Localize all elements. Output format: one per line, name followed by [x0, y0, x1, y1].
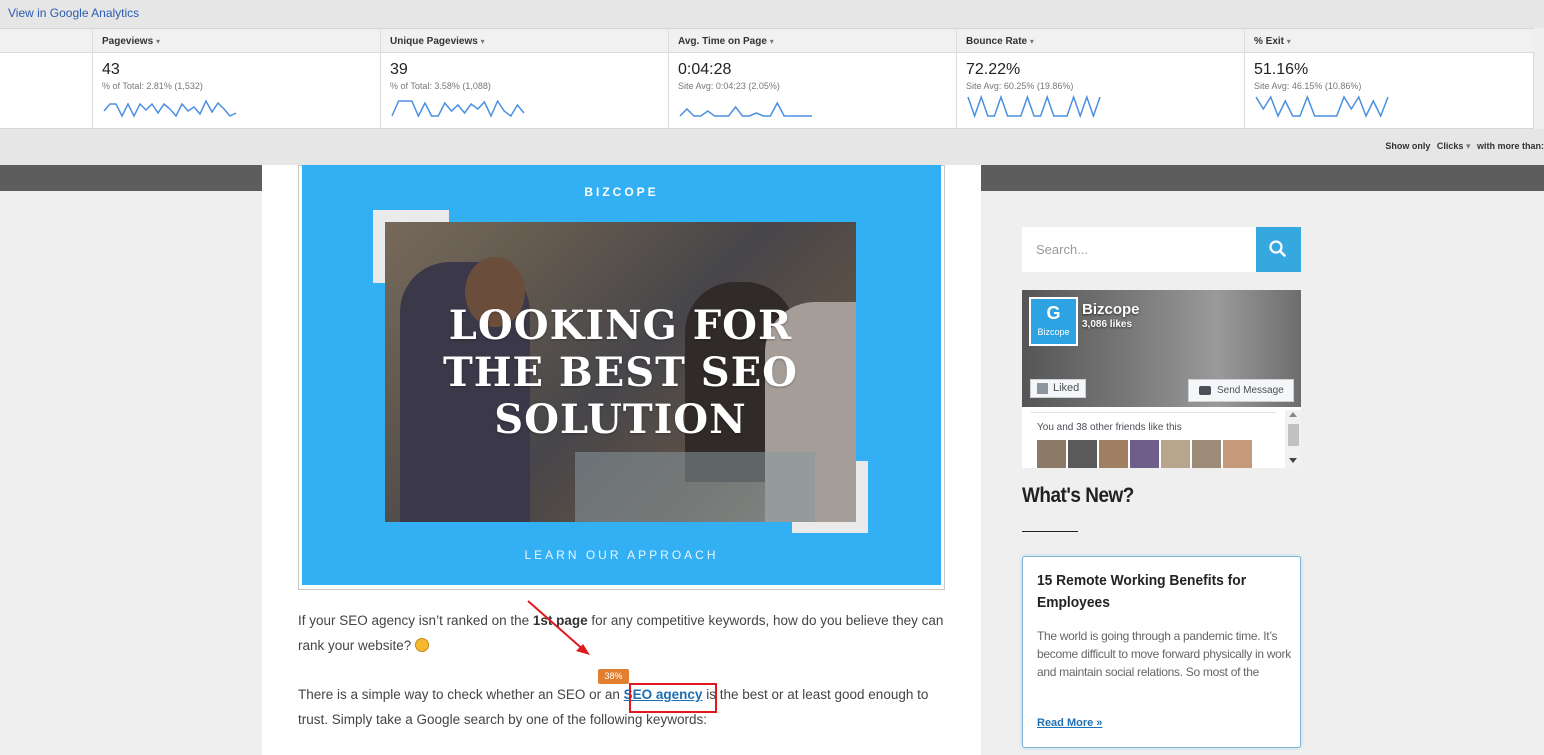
metric-comparison: % of Total: 3.58% (1,088) — [390, 81, 491, 91]
analytics-top-bar: View in Google Analytics — [0, 0, 1544, 28]
metric-header-sort[interactable]: Unique Pageviews ▾ — [390, 36, 485, 47]
facebook-page-widget: G Bizcope Bizcope 3,086 likes Liked Send … — [1022, 290, 1301, 468]
sparkline-series — [103, 99, 237, 118]
heading-divider — [1022, 531, 1078, 532]
hero-banner[interactable]: BIZCOPE LOOKING FOR THE BEST SEO SOLUTIO… — [302, 165, 941, 585]
article-paragraph-1: If your SEO agency isn’t ranked on the 1… — [298, 608, 948, 658]
sparkline-series — [391, 99, 525, 118]
avatar[interactable] — [1130, 440, 1159, 468]
hero-headline: LOOKING FOR THE BEST SEO SOLUTION — [385, 302, 856, 443]
scroll-up-icon[interactable] — [1289, 412, 1297, 417]
metric-comparison: Site Avg: 46.15% (10.86%) — [1254, 81, 1362, 91]
chevron-down-icon: ▾ — [480, 37, 485, 46]
post-card: 15 Remote Working Benefits for Employees… — [1022, 556, 1301, 748]
avatar[interactable] — [1161, 440, 1190, 468]
widget-scrollbar[interactable] — [1285, 410, 1301, 468]
logo-g-icon: G — [1046, 303, 1061, 323]
avatar[interactable] — [1037, 440, 1066, 468]
metric-column: % Exit ▾ 51.16% Site Avg: 46.15% (10.86%) — [1244, 29, 1534, 130]
metric-header-label: Pageviews — [102, 36, 154, 47]
metric-sparkline — [391, 99, 525, 118]
metric-header-sort[interactable]: Bounce Rate ▾ — [966, 36, 1034, 47]
sparkline-series — [1255, 94, 1389, 118]
metric-header-sort[interactable]: % Exit ▾ — [1254, 36, 1291, 47]
friends-like-text: You and 38 other friends like this — [1037, 422, 1182, 433]
metric-sparkline — [103, 99, 237, 118]
avatar[interactable] — [1068, 440, 1097, 468]
avatar[interactable] — [1192, 440, 1221, 468]
read-more-link[interactable]: Read More » — [1037, 717, 1102, 729]
metric-value: 51.16% — [1254, 61, 1309, 78]
paragraph-text: If your SEO agency isn’t ranked on the — [298, 613, 533, 628]
facebook-friends-section: You and 38 other friends like this — [1030, 412, 1276, 468]
search-input[interactable] — [1022, 227, 1256, 272]
scroll-thumb[interactable] — [1288, 424, 1299, 446]
post-excerpt: The world is going through a pandemic ti… — [1037, 629, 1291, 679]
metric-column: Avg. Time on Page ▾ 0:04:28 Site Avg: 0:04… — [668, 29, 956, 130]
hero-photo: LOOKING FOR THE BEST SEO SOLUTION — [385, 222, 856, 522]
metric-value: 43 — [102, 61, 120, 78]
chevron-down-icon: ▾ — [155, 37, 160, 46]
metric-header-label: Bounce Rate — [966, 36, 1028, 47]
avatar[interactable] — [1099, 440, 1128, 468]
metric-comparison: Site Avg: 0:04:23 (2.05%) — [678, 81, 780, 91]
link-highlight-box — [629, 683, 717, 713]
avatar[interactable] — [1223, 440, 1252, 468]
facebook-page-logo[interactable]: G Bizcope — [1029, 297, 1078, 346]
logo-text: Bizcope — [1037, 327, 1070, 337]
paragraph-text: There is a simple way to check whether a… — [298, 687, 624, 702]
show-only-filter: Show only Clicks ▾ with more than: — [1385, 141, 1544, 152]
more-than-label: with more than: — [1477, 141, 1544, 151]
metric-column: Bounce Rate ▾ 72.22% Site Avg: 60.25% (19.… — [956, 29, 1244, 130]
metric-comparison: % of Total: 2.81% (1,532) — [102, 81, 203, 91]
chevron-down-icon: ▾ — [769, 37, 774, 46]
metric-header-label: Avg. Time on Page — [678, 36, 767, 47]
whats-new-heading: What's New? — [1022, 484, 1134, 507]
view-in-analytics-link[interactable]: View in Google Analytics — [8, 6, 139, 20]
hero-cta[interactable]: LEARN OUR APPROACH — [302, 548, 941, 562]
metric-column: Unique Pageviews ▾ 39 % of Total: 3.58% (1… — [380, 29, 668, 130]
hero-headline-line: LOOKING FOR — [448, 302, 793, 349]
metric-sparkline — [1255, 94, 1389, 118]
chevron-down-icon: ▾ — [1029, 37, 1034, 46]
thinking-face-emoji-icon — [415, 638, 430, 652]
analytics-metrics-table: Pageviews ▾ 43 % of Total: 2.81% (1,532) Un… — [0, 28, 1534, 130]
metric-column: Pageviews ▾ 43 % of Total: 2.81% (1,532) — [92, 29, 380, 130]
metric-header-label: % Exit — [1254, 36, 1285, 47]
chevron-down-icon: ▾ — [1286, 37, 1291, 46]
clicks-dropdown-label: Clicks — [1436, 141, 1464, 151]
article-paragraph-2: There is a simple way to check whether a… — [298, 682, 948, 732]
search-icon — [1269, 240, 1286, 257]
analytics-filter-bar: Show only Clicks ▾ with more than: — [0, 129, 1544, 165]
friend-avatars — [1037, 440, 1276, 468]
red-arrow-annotation-icon — [527, 600, 590, 655]
show-only-label: Show only — [1385, 141, 1431, 151]
metric-sparkline — [967, 94, 1101, 119]
search-button[interactable] — [1256, 227, 1301, 272]
metric-value: 72.22% — [966, 61, 1021, 78]
chevron-down-icon: ▾ — [1465, 141, 1471, 151]
metric-header-sort[interactable]: Pageviews ▾ — [102, 36, 160, 47]
facebook-like-count: 3,086 likes — [1082, 319, 1133, 330]
facebook-page-name[interactable]: Bizcope — [1082, 301, 1140, 318]
click-percentage-badge: 38% — [598, 669, 629, 684]
hero-headline-line: THE BEST SEO — [442, 349, 799, 396]
hero-brand: BIZCOPE — [584, 185, 659, 199]
metric-value: 39 — [390, 61, 408, 78]
scroll-down-icon[interactable] — [1289, 458, 1297, 463]
metric-value: 0:04:28 — [678, 61, 732, 78]
metric-comparison: Site Avg: 60.25% (19.86%) — [966, 81, 1074, 91]
metric-header-label: Unique Pageviews — [390, 36, 478, 47]
liked-button[interactable]: Liked — [1030, 379, 1086, 398]
sparkline-series — [967, 94, 1101, 119]
metric-sparkline — [679, 101, 812, 117]
post-title[interactable]: 15 Remote Working Benefits for Employees — [1037, 570, 1267, 614]
metric-header-sort[interactable]: Avg. Time on Page ▾ — [678, 36, 774, 47]
hero-headline-line: SOLUTION — [494, 396, 747, 443]
clicks-dropdown[interactable]: Clicks ▾ — [1437, 141, 1471, 151]
send-message-button[interactable]: Send Message — [1188, 379, 1294, 402]
sparkline-series — [679, 101, 812, 117]
